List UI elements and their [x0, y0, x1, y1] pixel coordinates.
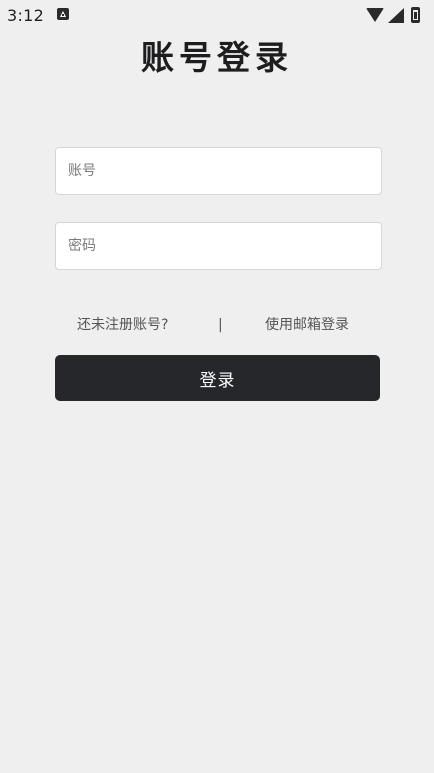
battery-icon: [411, 7, 420, 23]
status-icons: [364, 7, 434, 23]
register-link[interactable]: 还未注册账号?: [77, 315, 168, 335]
account-input[interactable]: [55, 147, 382, 195]
email-login-link[interactable]: 使用邮箱登录: [265, 315, 349, 335]
signal-icon: [388, 8, 404, 23]
page-title: 账号登录: [141, 38, 293, 77]
status-bar: 3:12: [0, 0, 434, 28]
link-divider: |: [218, 317, 223, 333]
status-time: 3:12: [7, 6, 45, 25]
password-input[interactable]: [55, 222, 382, 270]
login-button[interactable]: 登录: [55, 355, 380, 401]
wifi-icon: [366, 8, 384, 22]
a-icon: [57, 8, 69, 20]
